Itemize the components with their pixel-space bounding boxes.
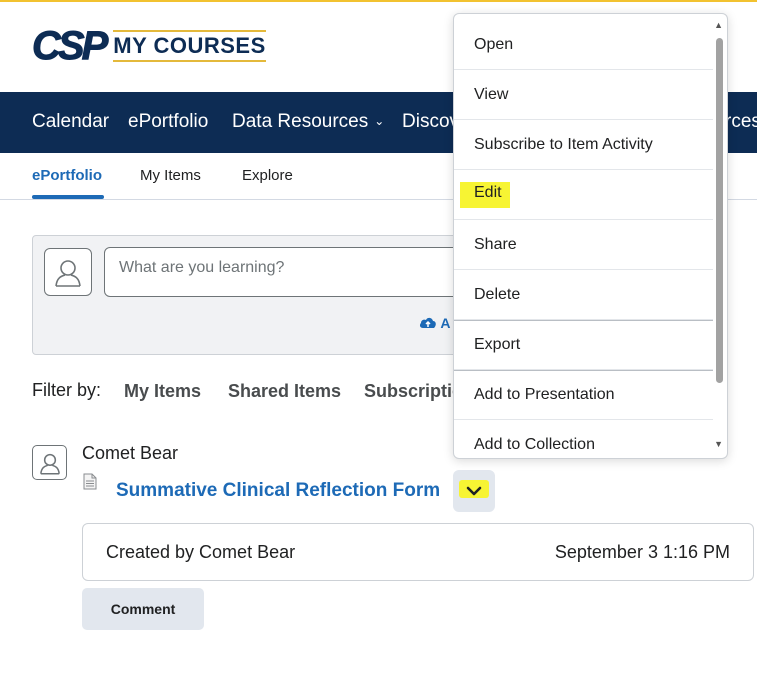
filter-shared-items[interactable]: Shared Items — [228, 381, 341, 402]
menu-item-share[interactable]: Share — [454, 220, 713, 270]
add-attachment-link[interactable]: A — [419, 315, 451, 331]
active-tab-indicator — [32, 195, 104, 199]
nav-data-resources-label: Data Resources — [232, 111, 369, 132]
tab-eportfolio[interactable]: ePortfolio — [32, 167, 102, 184]
menu-item-label: Delete — [474, 285, 521, 303]
menu-item-edit[interactable]: Edit — [454, 170, 713, 220]
site-logo[interactable]: CSP MY COURSES — [31, 24, 266, 68]
menu-item-add-to-collection[interactable]: Add to Collection — [454, 420, 713, 458]
created-date: September 3 1:16 PM — [554, 542, 730, 562]
item-meta-card: Created by Comet Bear September 3 1:16 P… — [82, 523, 754, 581]
menu-item-label: Share — [474, 235, 517, 253]
scroll-down-icon[interactable]: ▼ — [714, 439, 723, 449]
add-attachment-label: A — [440, 315, 451, 331]
document-icon — [83, 473, 97, 490]
filter-subscriptions[interactable]: Subscriptio — [364, 381, 463, 402]
tab-explore[interactable]: Explore — [242, 167, 293, 184]
menu-scrollbar-thumb[interactable] — [716, 38, 723, 383]
user-icon — [39, 453, 60, 474]
menu-item-subscribe[interactable]: Subscribe to Item Activity — [454, 120, 713, 170]
item-author: Comet Bear — [82, 443, 179, 463]
menu-item-label: Open — [474, 35, 514, 53]
user-icon — [55, 260, 81, 287]
menu-item-label: Export — [474, 336, 521, 353]
menu-item-label: View — [474, 85, 509, 103]
upload-cloud-icon — [419, 317, 436, 328]
nav-calendar[interactable]: Calendar — [32, 111, 109, 133]
menu-item-add-to-presentation[interactable]: Add to Presentation — [454, 370, 713, 420]
avatar — [32, 445, 67, 480]
nav-resources[interactable]: rces — [725, 111, 757, 133]
filter-label: Filter by: — [32, 380, 102, 400]
top-accent-line — [0, 0, 757, 2]
item-actions-menu: Open View Subscribe to Item Activity Edi… — [453, 13, 728, 459]
logo-mark: CSP — [31, 24, 108, 68]
menu-item-open[interactable]: Open — [454, 20, 713, 70]
nav-discover[interactable]: Discov — [402, 111, 459, 133]
tab-my-items[interactable]: My Items — [140, 167, 201, 184]
avatar — [44, 248, 92, 296]
item-actions-button[interactable] — [453, 470, 495, 512]
chevron-down-icon — [466, 486, 482, 496]
nav-data-resources[interactable]: Data Resources ⌄ — [232, 111, 384, 133]
comment-button[interactable]: Comment — [82, 588, 204, 630]
chevron-down-icon: ⌄ — [374, 114, 385, 128]
menu-item-view[interactable]: View — [454, 70, 713, 120]
menu-item-label: Add to Presentation — [474, 386, 615, 403]
scroll-up-icon[interactable]: ▲ — [714, 20, 723, 30]
menu-item-export[interactable]: Export — [454, 320, 713, 370]
menu-item-label: Edit — [460, 181, 510, 208]
menu-item-label: Subscribe to Item Activity — [474, 135, 653, 153]
nav-eportfolio[interactable]: ePortfolio — [128, 111, 208, 133]
menu-item-delete[interactable]: Delete — [454, 270, 713, 320]
logo-text: MY COURSES — [113, 30, 266, 62]
created-by-text: Created by Comet Bear — [106, 542, 296, 562]
item-title-link[interactable]: Summative Clinical Reflection Form — [116, 480, 440, 502]
menu-item-label: Add to Collection — [474, 435, 595, 453]
filter-my-items[interactable]: My Items — [124, 381, 201, 402]
